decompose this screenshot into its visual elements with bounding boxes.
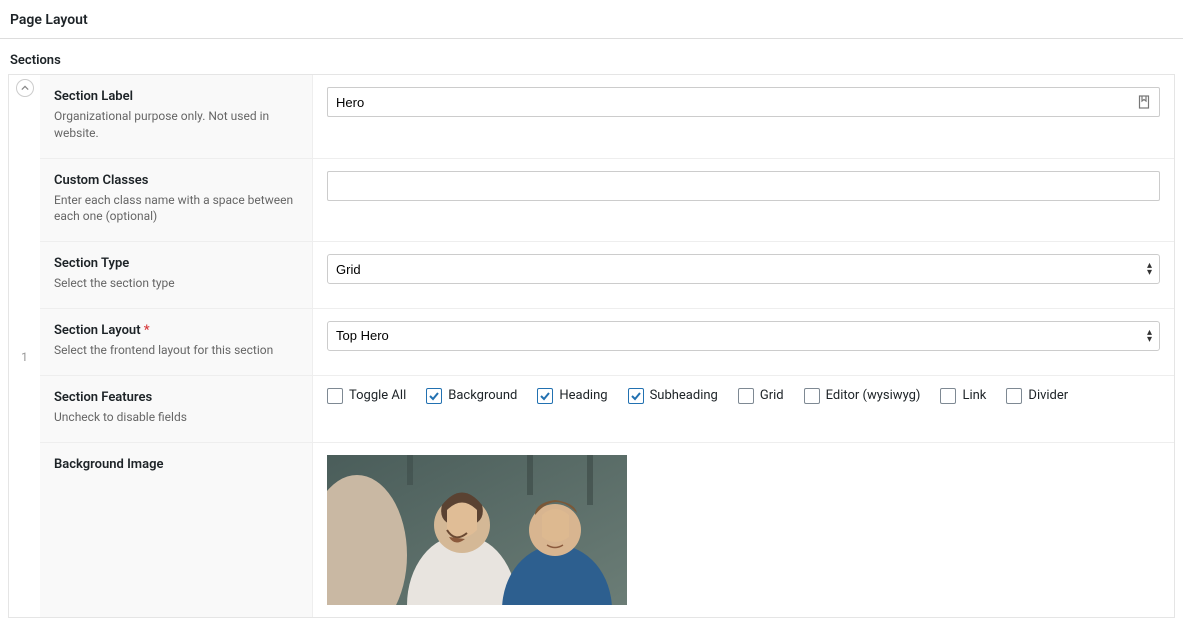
label-cell: Section Features Uncheck to disable fiel… (40, 376, 313, 442)
feature-checkbox[interactable]: Background (426, 388, 517, 404)
label-cell: Section Layout * Select the frontend lay… (40, 309, 313, 375)
field-row-section-features: Section Features Uncheck to disable fiel… (40, 375, 1174, 442)
page-title: Page Layout (0, 0, 1183, 39)
required-mark: * (144, 323, 150, 338)
checkbox-icon (738, 388, 754, 404)
label-desc: Uncheck to disable fields (54, 409, 298, 426)
label-desc: Select the section type (54, 275, 298, 292)
checkbox-label: Grid (760, 388, 784, 403)
label-title: Section Label (54, 89, 298, 104)
label-title: Section Layout * (54, 323, 298, 338)
input-cell: Toggle All Background Heading Subheading Gri… (313, 376, 1174, 442)
checkbox-label: Toggle All (349, 388, 406, 403)
input-cell (313, 75, 1174, 158)
section-panel: 1 Section Label Organizational purpose o… (8, 74, 1175, 618)
label-cell: Section Type Select the section type (40, 242, 313, 308)
field-row-section-label: Section Label Organizational purpose onl… (40, 74, 1174, 158)
checkbox-icon (628, 388, 644, 404)
checkbox-icon (426, 388, 442, 404)
feature-checkbox[interactable]: Divider (1006, 388, 1068, 404)
label-desc: Select the frontend layout for this sect… (54, 342, 298, 359)
checkbox-label: Heading (559, 388, 607, 403)
feature-checkbox[interactable]: Heading (537, 388, 607, 404)
checkbox-label: Divider (1028, 388, 1068, 403)
feature-checkbox[interactable]: Toggle All (327, 388, 406, 404)
checkbox-icon (940, 388, 956, 404)
input-cell (313, 443, 1174, 617)
checkbox-label: Link (962, 388, 986, 403)
checkbox-label: Background (448, 388, 517, 403)
fields-column: Section Label Organizational purpose onl… (40, 74, 1174, 617)
section-number: 1 (21, 350, 28, 364)
input-cell (313, 159, 1174, 242)
input-cell: Top Hero ▴▾ (313, 309, 1174, 375)
checkbox-icon (1006, 388, 1022, 404)
collapse-toggle[interactable] (16, 79, 34, 97)
section-type-select[interactable]: Grid (327, 254, 1160, 284)
section-order-column: 1 (8, 74, 40, 617)
label-cell: Section Label Organizational purpose onl… (40, 75, 313, 158)
field-row-section-layout: Section Layout * Select the frontend lay… (40, 308, 1174, 375)
label-cell: Custom Classes Enter each class name wit… (40, 159, 313, 242)
label-desc: Enter each class name with a space betwe… (54, 192, 298, 226)
label-title: Background Image (54, 457, 298, 472)
feature-checkbox[interactable]: Subheading (628, 388, 718, 404)
sections-title: Sections (0, 39, 1183, 74)
background-image-thumb[interactable] (327, 455, 627, 605)
input-cell: Grid ▴▾ (313, 242, 1174, 308)
feature-checkbox[interactable]: Link (940, 388, 986, 404)
label-title: Custom Classes (54, 173, 298, 188)
feature-checkbox[interactable]: Editor (wysiwyg) (804, 388, 921, 404)
custom-classes-input[interactable] (327, 171, 1160, 201)
label-cell: Background Image (40, 443, 313, 617)
checkbox-icon (327, 388, 343, 404)
checkbox-label: Subheading (650, 388, 718, 403)
label-title: Section Features (54, 390, 298, 405)
field-row-custom-classes: Custom Classes Enter each class name wit… (40, 158, 1174, 242)
section-layout-select[interactable]: Top Hero (327, 321, 1160, 351)
checkbox-icon (804, 388, 820, 404)
chevron-up-icon (21, 84, 29, 92)
features-checkbox-group: Toggle All Background Heading Subheading Gri… (327, 388, 1068, 404)
label-desc: Organizational purpose only. Not used in… (54, 108, 298, 142)
section-label-input[interactable] (327, 87, 1160, 117)
checkbox-label: Editor (wysiwyg) (826, 388, 921, 403)
field-row-background-image: Background Image (40, 442, 1174, 617)
feature-checkbox[interactable]: Grid (738, 388, 784, 404)
checkbox-icon (537, 388, 553, 404)
label-title: Section Type (54, 256, 298, 271)
field-row-section-type: Section Type Select the section type Gri… (40, 241, 1174, 308)
